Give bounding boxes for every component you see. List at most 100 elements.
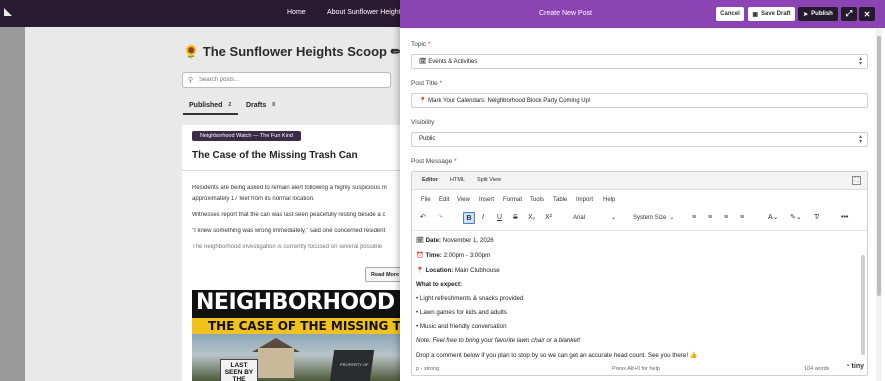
post-excerpt-line: Residents are being asked to remain aler… (192, 185, 387, 191)
undo-icon[interactable]: ↶ (420, 212, 426, 224)
menu-import[interactable]: Import (576, 197, 593, 203)
poster-bin-label: PROPERTY OF (340, 362, 369, 367)
clock-icon: ⏰ (416, 252, 424, 259)
editor-toolbar: ↶ ↷ B I U S X₂ X² Arial ⌄ System Size ⌄ ≡ … (412, 210, 867, 226)
tab-published[interactable]: Published 2 (189, 101, 234, 109)
tab-count: 0 (270, 101, 278, 109)
closing-line: Drop a comment below if you plan to stop… (416, 352, 698, 359)
save-draft-button[interactable]: ▣ Save Draft (748, 7, 795, 21)
align-left-icon[interactable]: ≡ (692, 212, 696, 224)
tiny-brand-text: tiny (851, 363, 864, 370)
menu-edit[interactable]: Edit (439, 197, 449, 203)
card-divider (182, 170, 405, 171)
underline-icon[interactable]: U (497, 212, 502, 224)
font-size-select[interactable]: System Size ⌄ (633, 214, 674, 221)
element-path[interactable]: p › strong (416, 366, 439, 372)
poster-house (258, 348, 294, 378)
drawer-header: Create New Post Cancel ▣ Save Draft ➤ Pu… (400, 0, 885, 28)
editor-scrollbar[interactable] (861, 255, 865, 355)
date-label: Date: (425, 237, 442, 244)
tab-html[interactable]: HTML (450, 177, 465, 183)
search-box[interactable]: ⚲ (182, 72, 391, 88)
menu-insert[interactable]: Insert (479, 197, 494, 203)
nav-link-about[interactable]: About Sunflower Heights (327, 9, 404, 16)
post-message-label: Post Message * (411, 158, 457, 165)
post-category-tag: Neighborhood Watch — The Fun Kind (192, 131, 301, 141)
superscript-icon[interactable]: X² (545, 212, 552, 224)
menu-tools[interactable]: Tools (530, 197, 544, 203)
post-excerpt-highlight: approximately 17 feet from its normal lo… (192, 196, 315, 202)
font-family-select[interactable]: Arial ⌄ (573, 214, 616, 221)
pin-icon: 📍 (416, 267, 424, 274)
visibility-select[interactable]: Public ▴ ▾ (411, 132, 868, 147)
italic-icon[interactable]: I (482, 212, 484, 224)
time-value: 2:00pm - 3:00pm (441, 252, 491, 259)
cancel-label: Cancel (720, 11, 740, 17)
tiny-logo[interactable]: ◔ tiny (845, 363, 864, 370)
close-button[interactable]: ✕ (859, 7, 875, 21)
font-size-value: System Size (633, 215, 667, 221)
topic-label-text: Topic (411, 41, 427, 48)
redo-icon[interactable]: ↷ (437, 212, 443, 224)
topic-select[interactable]: 🗓 Events & Activities ▴ ▾ (411, 54, 868, 69)
calendar-icon: 🗓 (416, 237, 424, 244)
highlight-color-icon[interactable]: ✎⌄ (790, 212, 802, 224)
subscript-icon[interactable]: X₂ (528, 212, 535, 224)
active-tab-indicator (183, 113, 238, 115)
read-more-button[interactable]: Read More (365, 267, 405, 282)
blog-title: 🌻 The Sunflower Heights Scoop ✏ (183, 44, 402, 59)
expand-button[interactable]: ⤢ (841, 7, 857, 21)
location-value: Main Clubhouse (453, 267, 500, 274)
required-marker: * (439, 80, 443, 87)
save-icon: ▣ (752, 11, 758, 18)
clear-formatting-icon[interactable]: T̸ (814, 212, 818, 224)
tab-editor[interactable]: Editor (422, 177, 438, 183)
align-center-icon[interactable]: ≡ (708, 212, 712, 224)
location-label: Location: (425, 267, 454, 274)
site-logo[interactable] (4, 8, 12, 16)
post-message-label-text: Post Message (411, 158, 453, 165)
strikethrough-icon[interactable]: S (513, 212, 518, 224)
tab-drafts[interactable]: Drafts 0 (246, 101, 278, 109)
menu-view[interactable]: View (457, 197, 470, 203)
send-icon: ➤ (803, 11, 809, 18)
post-title-label: Post Title * (411, 80, 442, 87)
required-marker: * (454, 158, 457, 165)
menu-file[interactable]: File (421, 197, 431, 203)
expect-heading: What to expect: (416, 281, 462, 288)
post-excerpt-line: "I knew something was wrong immediately,… (192, 228, 386, 234)
editor-mode-bar: Editor HTML Split View ⛶ (412, 172, 867, 190)
required-marker: * (428, 41, 431, 48)
menu-help[interactable]: Help (603, 197, 615, 203)
align-justify-icon[interactable]: ≡ (740, 212, 744, 224)
tab-split-view[interactable]: Split View (477, 177, 501, 183)
nav-link-home[interactable]: Home (287, 9, 306, 16)
tab-label: Published (189, 101, 223, 109)
page-scrollbar[interactable] (876, 28, 882, 381)
list-item: • Music and friendly conversation (416, 323, 507, 330)
text-color-icon[interactable]: A⌄ (768, 212, 779, 224)
publish-button[interactable]: ➤ Publish (798, 7, 838, 21)
more-options-icon[interactable]: ••• (841, 212, 848, 224)
editor-statusbar: p › strong Press Alt+0 for help 104 word… (412, 362, 867, 375)
select-arrows-icon: ▴ ▾ (858, 56, 862, 67)
word-count[interactable]: 104 words (804, 366, 829, 372)
cancel-button[interactable]: Cancel (716, 7, 744, 21)
post-cover-image: NEIGHBORHOOD W THE CASE OF THE MISSING T… (192, 290, 405, 381)
menu-format[interactable]: Format (503, 197, 522, 203)
menu-table[interactable]: Table (553, 197, 567, 203)
event-date-line: 🗓 Date: November 1, 2026 (416, 236, 494, 244)
poster-subtitle: THE CASE OF THE MISSING TRA (208, 319, 405, 333)
post-title-input[interactable]: 📍 Mark Your Calendars: Neighborhood Bloc… (411, 93, 868, 108)
chevron-down-icon: ⌄ (611, 215, 617, 221)
search-input[interactable] (199, 75, 384, 85)
post-title-label-text: Post Title (411, 80, 438, 87)
fullscreen-icon[interactable]: ⛶ (852, 176, 861, 185)
post-title[interactable]: The Case of the Missing Trash Can (192, 150, 358, 161)
bold-icon[interactable]: B (463, 212, 475, 224)
editor-content[interactable]: 🗓 Date: November 1, 2026 ⏰ Time: 2:00pm … (412, 230, 867, 362)
post-excerpt-line: approximately 17 feet from its normal lo… (192, 196, 404, 202)
page-scrollbar-thumb[interactable] (877, 36, 881, 296)
time-label: Time: (425, 252, 442, 259)
align-right-icon[interactable]: ≡ (724, 212, 728, 224)
